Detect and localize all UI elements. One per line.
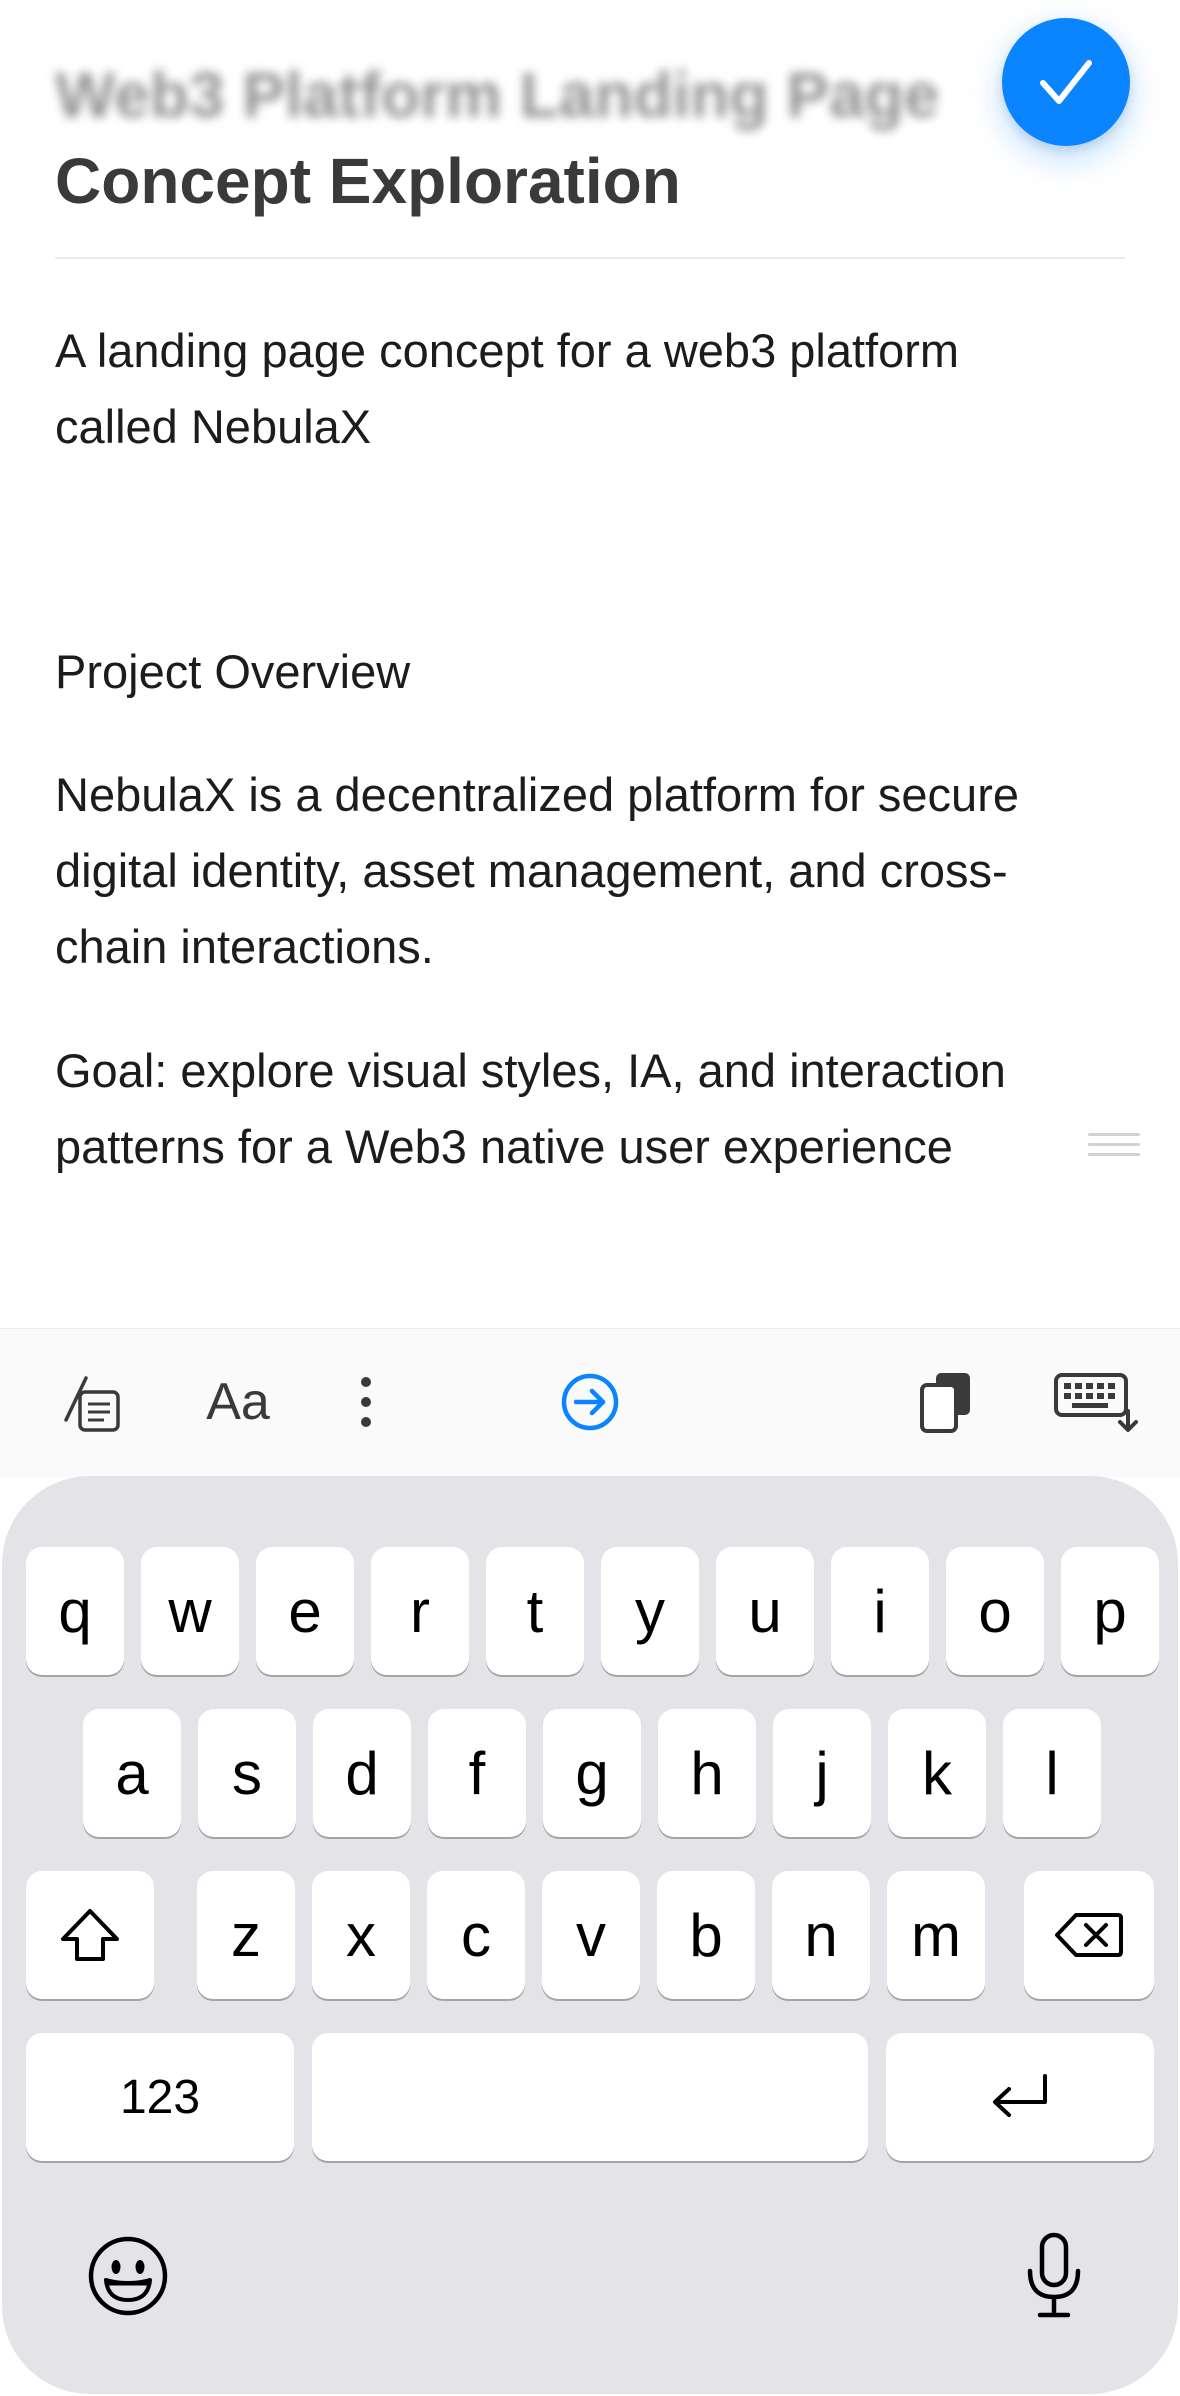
key-q[interactable]: q xyxy=(26,1547,124,1675)
key-g[interactable]: g xyxy=(543,1709,641,1837)
key-x[interactable]: x xyxy=(312,1871,410,1999)
key-n[interactable]: n xyxy=(772,1871,870,1999)
note-editor[interactable]: Web3 Platform Landing Page Concept Explo… xyxy=(0,0,1180,1328)
key-r[interactable]: r xyxy=(371,1547,469,1675)
key-z[interactable]: z xyxy=(197,1871,295,1999)
key-o[interactable]: o xyxy=(946,1547,1044,1675)
return-key[interactable] xyxy=(886,2033,1154,2161)
key-b[interactable]: b xyxy=(657,1871,755,1999)
note-title-line-2: Concept Exploration xyxy=(55,145,681,217)
key-h[interactable]: h xyxy=(658,1709,756,1837)
numbers-key[interactable]: 123 xyxy=(26,2033,294,2161)
delete-icon xyxy=(1055,1913,1123,1957)
key-f[interactable]: f xyxy=(428,1709,526,1837)
text-style-button[interactable]: Aa xyxy=(196,1357,280,1447)
key-u[interactable]: u xyxy=(716,1547,814,1675)
note-title[interactable]: Web3 Platform Landing Page Concept Explo… xyxy=(55,52,1125,224)
key-k[interactable]: k xyxy=(888,1709,986,1837)
shift-key[interactable] xyxy=(26,1871,154,1999)
key-p[interactable]: p xyxy=(1061,1547,1159,1675)
key-e[interactable]: e xyxy=(256,1547,354,1675)
microphone-icon[interactable] xyxy=(1008,2228,1100,2324)
key-c[interactable]: c xyxy=(427,1871,525,1999)
drag-handle-icon[interactable] xyxy=(1088,1133,1140,1163)
note-title-line-1: Web3 Platform Landing Page xyxy=(55,59,940,131)
key-a[interactable]: a xyxy=(83,1709,181,1837)
delete-key[interactable] xyxy=(1024,1871,1154,1999)
note-paragraph-overview[interactable]: NebulaX is a decentralized platform for … xyxy=(55,757,1055,985)
key-w[interactable]: w xyxy=(141,1547,239,1675)
keyboard: qwertyuiop asdfghjkl zxcvbnm 123 xyxy=(2,1476,1178,2394)
space-bar[interactable] xyxy=(312,2033,868,2161)
note-paragraph-goal[interactable]: Goal: explore visual styles, IA, and int… xyxy=(55,1033,1055,1185)
key-y[interactable]: y xyxy=(601,1547,699,1675)
forward-icon[interactable] xyxy=(554,1357,626,1447)
hide-keyboard-icon[interactable] xyxy=(1050,1357,1142,1447)
edit-format-icon[interactable] xyxy=(52,1357,132,1447)
key-t[interactable]: t xyxy=(486,1547,584,1675)
key-s[interactable]: s xyxy=(198,1709,296,1837)
return-icon xyxy=(993,2074,1047,2117)
shift-icon xyxy=(61,1909,119,1961)
key-v[interactable]: v xyxy=(542,1871,640,1999)
key-d[interactable]: d xyxy=(313,1709,411,1837)
keyboard-toolbar: Aa xyxy=(0,1328,1180,1477)
key-l[interactable]: l xyxy=(1003,1709,1101,1837)
done-button[interactable] xyxy=(1002,18,1130,146)
checkmark-icon xyxy=(1040,60,1092,104)
key-i[interactable]: i xyxy=(831,1547,929,1675)
more-icon[interactable] xyxy=(344,1357,388,1447)
note-description[interactable]: A landing page concept for a web3 platfo… xyxy=(55,313,1055,465)
key-m[interactable]: m xyxy=(887,1871,985,1999)
title-divider xyxy=(55,257,1125,259)
emoji-icon[interactable] xyxy=(82,2230,174,2322)
key-j[interactable]: j xyxy=(773,1709,871,1837)
clipboard-icon[interactable] xyxy=(910,1357,982,1447)
section-heading-project-overview[interactable]: Project Overview xyxy=(55,634,1055,710)
